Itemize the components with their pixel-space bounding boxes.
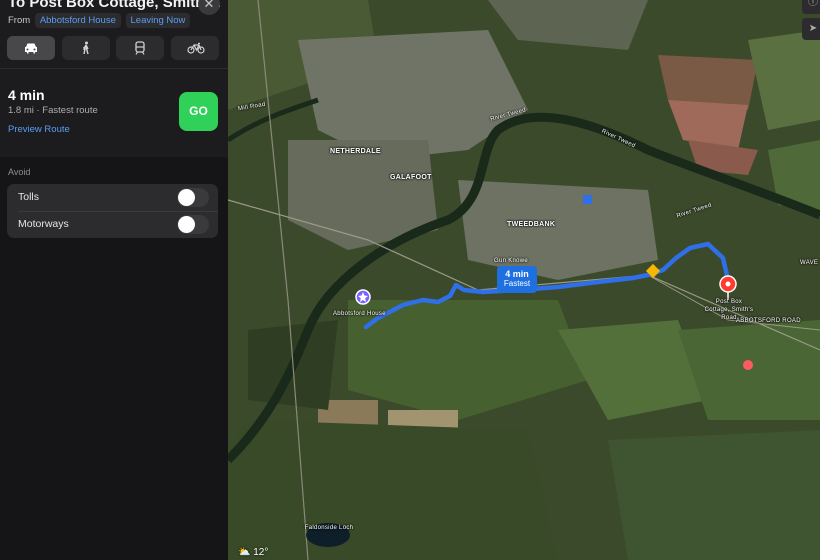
route-detail: 1.8 mi · Fastest route bbox=[8, 105, 98, 116]
toggle-knob bbox=[178, 189, 195, 206]
location-arrow-button[interactable]: ➤ bbox=[802, 18, 820, 40]
walking-icon bbox=[82, 41, 89, 55]
map-label-netherdale: NETHERDALE bbox=[330, 148, 381, 155]
avoid-tolls-label: Tolls bbox=[18, 191, 40, 203]
from-row: From Abbotsford House Leaving Now bbox=[8, 13, 191, 28]
avoid-options: Tolls Motorways bbox=[7, 184, 218, 238]
callout-tag: Fastest bbox=[503, 279, 531, 288]
weather-indicator: ⛅ 12° bbox=[238, 547, 268, 558]
mode-drive-button[interactable] bbox=[7, 36, 55, 60]
origin-label: Abbotsford House bbox=[333, 311, 386, 317]
go-button[interactable]: GO bbox=[179, 92, 218, 131]
parking-icon bbox=[583, 195, 592, 204]
avoid-tolls-toggle[interactable] bbox=[177, 188, 209, 207]
toggle-knob bbox=[178, 216, 195, 233]
train-icon bbox=[135, 41, 145, 55]
mode-transit-button[interactable] bbox=[116, 36, 164, 60]
map-label-galafoot: GALAFOOT bbox=[390, 174, 432, 181]
from-label: From bbox=[8, 15, 31, 26]
weather-icon: ⛅ bbox=[238, 547, 251, 558]
divider bbox=[0, 68, 228, 69]
mode-cycle-button[interactable] bbox=[171, 36, 219, 60]
destination-label: Post Box Cottage, Smith's Road bbox=[704, 299, 754, 321]
transport-mode-selector bbox=[7, 36, 219, 60]
satellite-map[interactable]: NETHERDALE GALAFOOT TWEEDBANK River Twee… bbox=[228, 0, 820, 560]
directions-panel: To Post Box Cottage, Smith ... ✕ From Ab… bbox=[0, 0, 228, 560]
callout-eta: 4 min bbox=[505, 269, 529, 279]
avoid-motorways-label: Motorways bbox=[18, 218, 69, 230]
preview-route-link[interactable]: Preview Route bbox=[8, 124, 70, 135]
map-label-wave: WAVE bbox=[800, 260, 819, 266]
bicycle-icon bbox=[187, 42, 205, 54]
avoid-tolls-row: Tolls bbox=[7, 184, 218, 211]
map-label-tweedbank: TWEEDBANK bbox=[507, 221, 556, 228]
weather-temp: 12° bbox=[253, 547, 269, 558]
avoid-motorways-row: Motorways bbox=[7, 211, 218, 238]
directions-title: To Post Box Cottage, Smith ... bbox=[8, 0, 222, 11]
map-info-button[interactable]: ⓘ bbox=[802, 0, 820, 14]
hospital-icon bbox=[743, 360, 753, 370]
avoid-motorways-toggle[interactable] bbox=[177, 215, 209, 234]
route-eta: 4 min bbox=[8, 87, 45, 103]
car-icon bbox=[25, 43, 37, 54]
avoid-heading: Avoid bbox=[8, 167, 31, 177]
map-label-faldonside-loch: Faldonside Loch bbox=[304, 525, 354, 531]
map-label-gun-knowe: Gun Knowe bbox=[494, 258, 529, 264]
origin-chip[interactable]: Abbotsford House bbox=[34, 13, 121, 28]
mode-walk-button[interactable] bbox=[62, 36, 110, 60]
route-eta-callout[interactable]: 4 min Fastest bbox=[497, 266, 537, 293]
depart-time-chip[interactable]: Leaving Now bbox=[125, 13, 191, 28]
close-button[interactable]: ✕ bbox=[198, 0, 220, 15]
